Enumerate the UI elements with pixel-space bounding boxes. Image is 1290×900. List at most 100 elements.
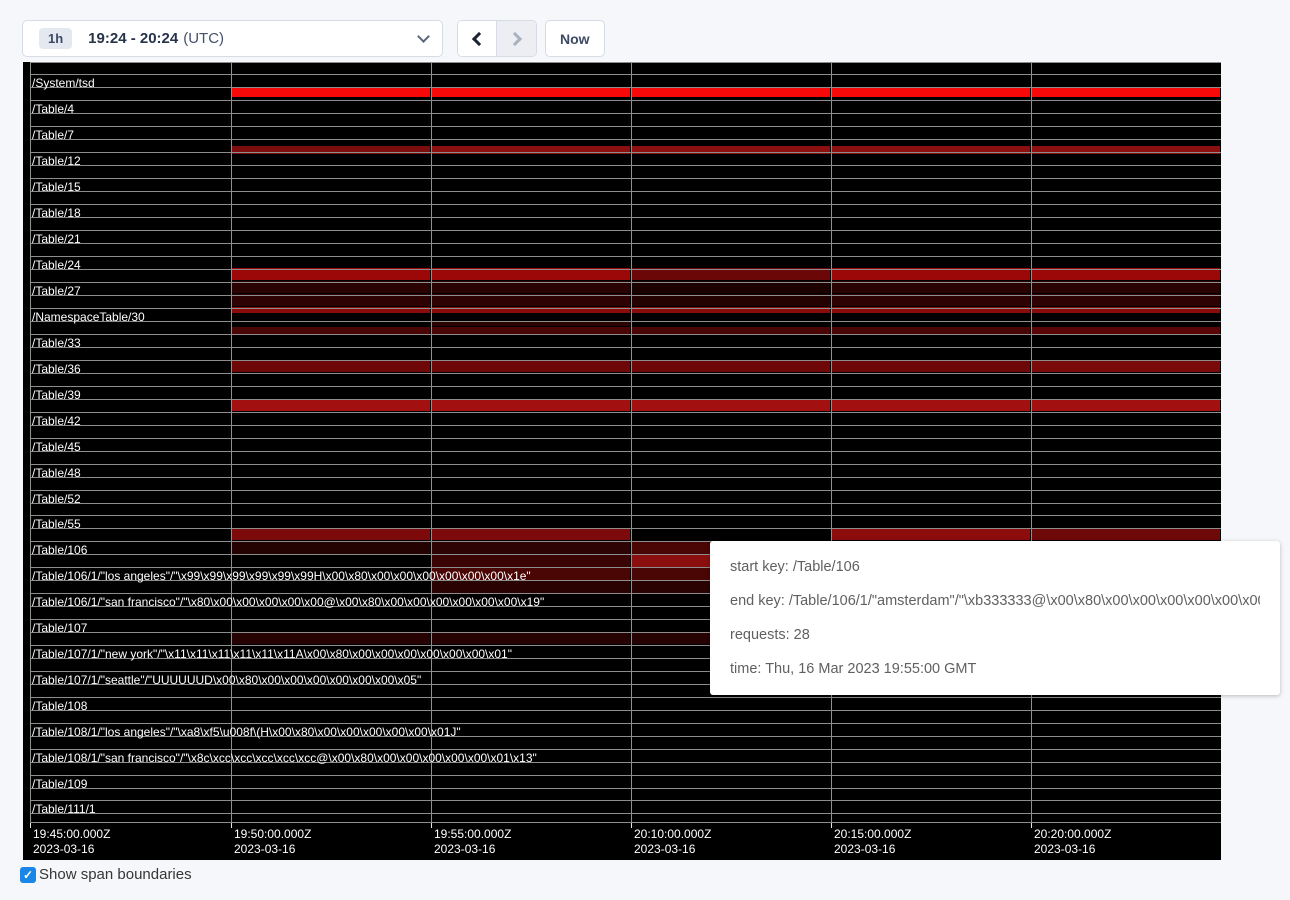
span-boundary-line <box>30 386 1221 387</box>
span-key-label: /Table/107/1/"new york"/"\x11\x11\x11\x1… <box>32 647 512 661</box>
time-gridline <box>631 62 632 822</box>
span-key-label: /Table/107 <box>32 621 87 635</box>
time-gridline <box>1031 62 1032 822</box>
span-boundary-line <box>30 282 1221 283</box>
show-span-boundaries-label: Show span boundaries <box>39 866 192 883</box>
tooltip-line: requests: 28 <box>730 618 1260 652</box>
time-range-selector[interactable]: 1h 19:24 - 20:24 (UTC) <box>22 20 443 57</box>
heat-band-cell <box>632 360 830 372</box>
span-key-label: /Table/108/1/"los angeles"/"\xa8\xf5\u00… <box>32 725 461 739</box>
keyviz-heatmap-canvas[interactable]: /System/tsd/Table/4/Table/7/Table/12/Tab… <box>23 62 1221 860</box>
heat-band-cell <box>1032 88 1220 97</box>
span-boundary-line <box>30 775 1221 776</box>
chevron-left-icon <box>472 31 486 45</box>
heat-band-cell <box>232 88 430 97</box>
span-boundary-line <box>30 295 1221 296</box>
span-boundary-line <box>30 100 1221 101</box>
span-key-label: /Table/111/1 <box>32 802 96 816</box>
prev-range-button[interactable] <box>458 21 497 56</box>
heat-band-cell <box>832 88 1030 97</box>
span-boundary-line <box>30 515 1221 516</box>
x-axis-label: 19:50:00.000Z2023-03-16 <box>234 827 311 857</box>
time-toolbar: 1h 19:24 - 20:24 (UTC) Now <box>0 0 1290 62</box>
heat-band-cell <box>232 399 430 411</box>
span-boundary-line <box>30 490 1221 491</box>
span-boundary-line <box>30 788 1221 789</box>
span-key-label: /Table/39 <box>32 388 81 402</box>
time-gridline <box>431 62 432 822</box>
span-key-label: /Table/33 <box>32 336 81 350</box>
span-key-label: /Table/21 <box>32 232 81 246</box>
heat-band-cell <box>832 528 1030 540</box>
heat-band-cell <box>632 88 830 97</box>
span-key-label: /Table/108 <box>32 699 87 713</box>
span-boundary-line <box>30 813 1221 814</box>
span-key-label: /Table/107/1/"seattle"/"UUUUUUD\x00\x80\… <box>32 673 421 687</box>
heat-band-cell <box>832 399 1030 411</box>
span-boundary-line <box>30 438 1221 439</box>
heat-band-cell <box>232 327 430 334</box>
x-axis-label: 20:20:00.000Z2023-03-16 <box>1034 827 1111 857</box>
x-axis-label: 19:55:00.000Z2023-03-16 <box>434 827 511 857</box>
span-key-label: /Table/48 <box>32 466 81 480</box>
span-key-label: /Table/106/1/"san francisco"/"\x80\x00\x… <box>32 595 544 609</box>
chevron-down-icon <box>417 30 430 43</box>
x-axis-label: 20:10:00.000Z2023-03-16 <box>634 827 711 857</box>
span-key-label: /Table/15 <box>32 180 81 194</box>
time-gridline <box>30 62 31 822</box>
span-boundary-line <box>30 152 1221 153</box>
heat-band-cell <box>432 632 630 644</box>
checkmark-icon: ✓ <box>23 869 33 881</box>
heatmap-tooltip: start key: /Table/106end key: /Table/106… <box>710 541 1280 695</box>
span-key-label: /Table/52 <box>32 492 81 506</box>
tooltip-line: end key: /Table/106/1/"amsterdam"/"\xb33… <box>730 584 1260 618</box>
span-boundary-line <box>30 451 1221 452</box>
span-boundary-line <box>30 191 1221 192</box>
span-boundary-line <box>30 256 1221 257</box>
time-gridline <box>831 62 832 822</box>
key-visualizer-page: 1h 19:24 - 20:24 (UTC) Now /System/tsd/T… <box>0 0 1290 900</box>
span-boundary-line <box>30 710 1221 711</box>
span-boundary-line <box>30 697 1221 698</box>
span-boundary-line <box>30 230 1221 231</box>
span-boundary-line <box>30 503 1221 504</box>
span-boundary-line <box>30 425 1221 426</box>
heat-band-cell <box>432 541 630 554</box>
heat-band-cell <box>1032 360 1220 372</box>
span-key-label: /Table/45 <box>32 440 81 454</box>
span-boundary-line <box>30 74 1221 75</box>
range-timezone: (UTC) <box>183 30 224 47</box>
span-key-label: /Table/7 <box>32 128 74 142</box>
x-axis-label: 20:15:00.000Z2023-03-16 <box>834 827 911 857</box>
tooltip-line: time: Thu, 16 Mar 2023 19:55:00 GMT <box>730 652 1260 686</box>
next-range-button[interactable] <box>497 21 536 56</box>
span-key-label: /System/tsd <box>32 76 95 90</box>
span-boundary-line <box>30 113 1221 114</box>
span-boundary-line <box>30 800 1221 801</box>
heat-band-cell <box>632 327 830 334</box>
range-text: 19:24 - 20:24 <box>88 30 178 47</box>
heat-band-cell <box>832 360 1030 372</box>
heat-band-cell <box>432 88 630 97</box>
span-key-label: /Table/108/1/"san francisco"/"\x8c\xcc\x… <box>32 751 537 765</box>
span-key-label: /Table/106/1/"los angeles"/"\x99\x99\x99… <box>32 569 531 583</box>
span-boundary-line <box>30 217 1221 218</box>
footer-controls: ✓ Show span boundaries <box>20 866 192 883</box>
tooltip-line: start key: /Table/106 <box>730 550 1260 584</box>
heat-band-cell <box>1032 528 1220 540</box>
heat-band-cell <box>232 632 430 644</box>
heat-band-cell <box>632 399 830 411</box>
span-key-label: /Table/106 <box>32 543 87 557</box>
span-boundary-line <box>30 373 1221 374</box>
now-button[interactable]: Now <box>545 20 605 57</box>
show-span-boundaries-checkbox[interactable]: ✓ <box>20 867 36 883</box>
heat-band-cell <box>432 360 630 372</box>
span-boundary-line <box>30 308 1221 309</box>
span-boundary-line <box>30 822 1221 823</box>
heat-band-cell <box>232 541 430 554</box>
span-boundary-line <box>30 464 1221 465</box>
span-boundary-line <box>30 204 1221 205</box>
span-boundary-line <box>30 477 1221 478</box>
span-key-label: /NamespaceTable/30 <box>32 310 145 324</box>
span-boundary-line <box>30 269 1221 270</box>
